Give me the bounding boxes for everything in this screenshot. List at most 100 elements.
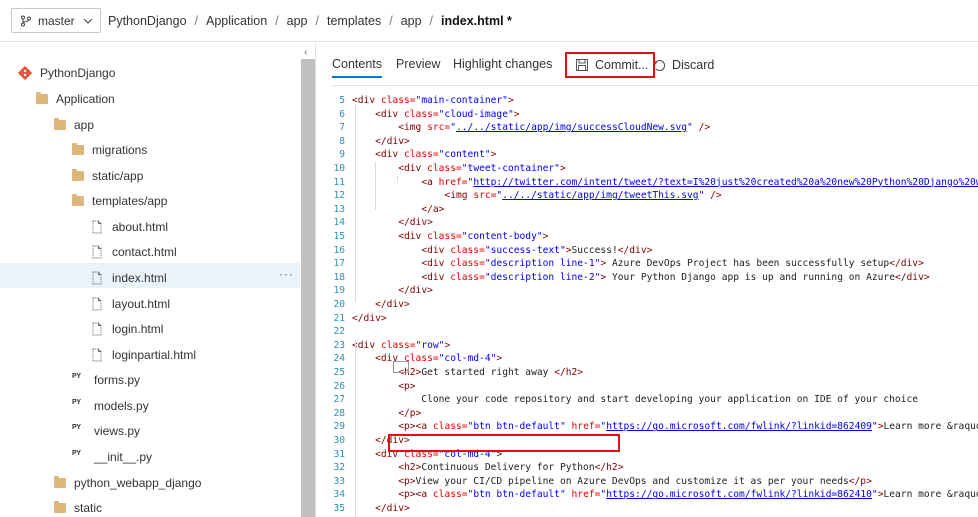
discard-button[interactable]: Discard	[653, 58, 714, 72]
code-text: <div class="content">	[375, 149, 497, 161]
code-text: Clone your code repository and start dev…	[352, 394, 919, 406]
tree-item-label: Application	[56, 92, 115, 106]
tree-item-label: migrations	[92, 143, 148, 157]
file-tree-panel: ‹ PythonDjango Application app migrations st…	[0, 43, 316, 517]
python-file-icon: PY	[72, 450, 81, 457]
tree-item-file[interactable]: contact.html	[90, 240, 177, 264]
tree-item-folder[interactable]: static/app	[72, 164, 143, 188]
tree-item-repo[interactable]: PythonDjango	[18, 61, 115, 85]
code-text: <div class="tweet-container">	[398, 163, 566, 174]
code-editor[interactable]: 5 <div class="main-container"> 6 <div clas…	[317, 92, 978, 517]
tree-item-folder[interactable]: templates/app	[72, 189, 167, 213]
annotation-highlight-box	[388, 434, 620, 452]
line-number: 16	[333, 244, 345, 256]
line-number: 34	[333, 489, 345, 501]
tree-item-folder[interactable]: migrations	[72, 138, 147, 162]
code-text: <img src="../../static/app/img/tweetThis…	[444, 190, 722, 202]
breadcrumb-item[interactable]: PythonDjango	[108, 14, 187, 28]
line-number: 33	[333, 475, 345, 487]
tree-item-py[interactable]: PY views.py	[72, 419, 140, 443]
file-icon	[92, 271, 102, 285]
breadcrumb-item[interactable]: templates	[327, 14, 381, 28]
code-text: <div class="description line-2"> Your Py…	[421, 271, 930, 283]
code-text: <div class="description line-1"> Azure D…	[421, 258, 924, 270]
tree-item-label: loginpartial.html	[112, 348, 197, 362]
line-number: 28	[333, 407, 345, 419]
breadcrumb-item[interactable]: app	[287, 14, 308, 28]
tree-item-label: python_webapp_django	[74, 476, 202, 490]
code-text: <p>	[398, 380, 416, 392]
line-number: 25	[333, 367, 345, 378]
chevron-down-icon	[83, 18, 93, 24]
tree-item-py[interactable]: PY forms.py	[72, 368, 140, 392]
code-text: <div class="cloud-image">	[375, 108, 520, 120]
git-repo-icon	[18, 66, 32, 80]
breadcrumb-separator: /	[429, 14, 434, 28]
breadcrumb-separator: /	[389, 14, 393, 28]
scrollbar-thumb[interactable]	[301, 59, 315, 517]
line-number: 35	[333, 503, 345, 514]
branch-selector[interactable]: master	[11, 8, 101, 33]
more-options-icon[interactable]: ···	[279, 267, 294, 281]
code-text: <div class="col-md-4">	[375, 353, 503, 365]
code-text: </p>	[398, 407, 422, 419]
python-file-icon: PY	[72, 424, 81, 431]
tree-item-folder[interactable]: python_webapp_django	[54, 471, 201, 495]
tree-item-folder[interactable]: app	[54, 113, 94, 137]
breadcrumb-item[interactable]: Application	[206, 14, 267, 28]
tab-highlight-changes[interactable]: Highlight changes	[453, 57, 552, 71]
breadcrumb-separator: /	[275, 14, 279, 28]
line-number: 20	[333, 299, 345, 310]
indent-guide	[397, 176, 398, 182]
code-text: </div>	[352, 312, 387, 324]
tree-item-folder[interactable]: Application	[36, 87, 115, 111]
tab-preview[interactable]: Preview	[396, 57, 440, 71]
tree-item-folder[interactable]: static	[54, 496, 102, 517]
code-text: <p><a class="btn btn-default" href="http…	[398, 421, 978, 433]
code-text: <div class="success-text">Success!</div>	[421, 244, 653, 256]
tree-item-label: static/app	[92, 169, 144, 183]
line-number: 22	[333, 326, 345, 338]
line-number: 14	[333, 217, 345, 229]
folder-icon	[72, 194, 84, 206]
top-bar: master PythonDjango / Application / app …	[0, 0, 978, 42]
line-number: 10	[333, 163, 345, 174]
line-number: 21	[333, 312, 345, 324]
tree-item-file[interactable]: loginpartial.html	[90, 343, 196, 367]
line-number: 12	[333, 190, 345, 202]
tree-item-label: layout.html	[112, 297, 171, 311]
discard-label: Discard	[672, 58, 715, 72]
breadcrumb: PythonDjango / Application / app / templ…	[108, 0, 512, 42]
undo-icon	[653, 59, 666, 71]
line-number: 17	[333, 258, 345, 270]
line-number: 11	[333, 176, 345, 188]
commit-button[interactable]: Commit...	[565, 52, 655, 78]
line-number: 26	[333, 380, 345, 392]
tree-item-py[interactable]: PY __init__.py	[72, 445, 152, 469]
file-icon	[92, 220, 102, 234]
collapse-panel-icon[interactable]: ‹	[304, 47, 307, 58]
tree-item-label: about.html	[112, 220, 169, 234]
line-number: 7	[339, 122, 345, 134]
line-number: 27	[333, 394, 345, 406]
code-text: <h2>Continuous Delivery for Python</h2>	[398, 462, 624, 474]
tree-item-label: views.py	[94, 424, 141, 438]
tree-item-label: index.html	[112, 271, 167, 285]
tree-item-py[interactable]: PY models.py	[72, 394, 149, 418]
tree-item-file[interactable]: index.html	[90, 266, 167, 290]
line-number: 23	[333, 339, 345, 351]
tree-item-file[interactable]: layout.html	[90, 292, 170, 316]
code-text: <div class="main-container">	[352, 95, 514, 106]
code-text: <div class="row">	[352, 339, 451, 351]
breadcrumb-separator: /	[194, 14, 199, 28]
code-text: <h2>Get started right away </h2>	[398, 367, 584, 378]
line-number: 18	[333, 271, 345, 283]
code-text: <p><a class="btn btn-default" href="http…	[398, 489, 978, 501]
code-text: </div>	[375, 503, 410, 514]
tree-item-file[interactable]: login.html	[90, 317, 163, 341]
line-number: 8	[339, 135, 345, 147]
folder-icon	[72, 169, 84, 181]
breadcrumb-item[interactable]: app	[401, 14, 422, 28]
tab-contents[interactable]: Contents	[332, 57, 383, 78]
tree-item-file[interactable]: about.html	[90, 215, 168, 239]
